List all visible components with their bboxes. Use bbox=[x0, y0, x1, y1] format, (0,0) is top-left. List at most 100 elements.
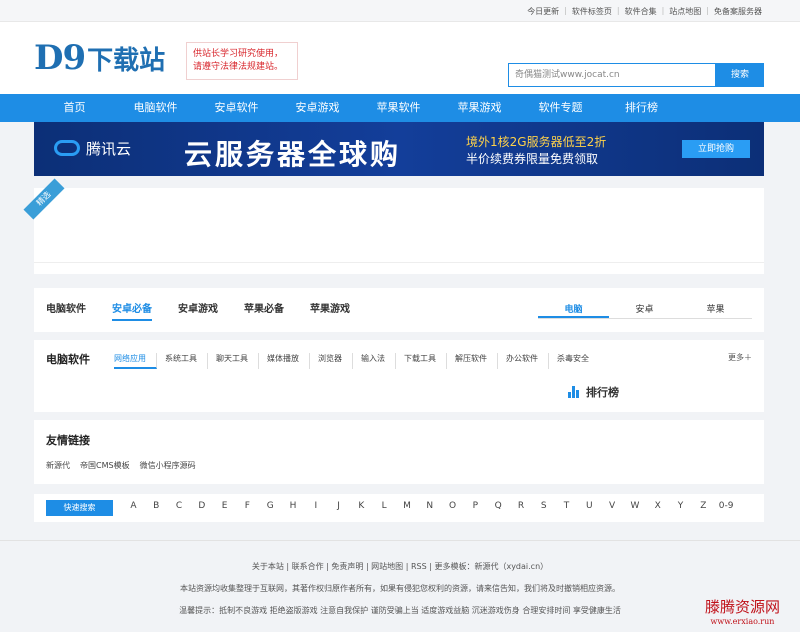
letter-link[interactable]: A bbox=[122, 501, 145, 511]
bar-chart-icon bbox=[568, 386, 580, 398]
letter-link[interactable]: U bbox=[578, 501, 601, 511]
footer-copyright: 本站资源均收集整理于互联网，其著作权归原作者所有，如果有侵犯您权利的资源，请来信… bbox=[180, 584, 620, 593]
friend-link[interactable]: 帝国CMS模板 bbox=[80, 460, 130, 471]
main-nav: 首页 电脑软件 安卓软件 安卓游戏 苹果软件 苹果游戏 软件专题 排行榜 bbox=[0, 94, 800, 122]
top-link-today[interactable]: 今日更新 bbox=[527, 6, 559, 17]
nav-apple-games[interactable]: 苹果游戏 bbox=[439, 94, 520, 122]
tab-pc-software[interactable]: 电脑软件 bbox=[46, 300, 86, 321]
letter-link[interactable]: X bbox=[646, 501, 669, 511]
letter-link[interactable]: P bbox=[464, 501, 487, 511]
top-link-collections[interactable]: 软件合集 bbox=[625, 6, 657, 17]
letter-link[interactable]: 0-9 bbox=[715, 501, 738, 511]
cat-office[interactable]: 办公软件 bbox=[506, 353, 549, 369]
search-bar: 奇偶猫测试www.jocat.cn 搜索 bbox=[508, 63, 764, 87]
letter-link[interactable]: Y bbox=[669, 501, 692, 511]
letter-link[interactable]: V bbox=[601, 501, 624, 511]
logo-text: D9 bbox=[34, 38, 86, 78]
tab-android-games[interactable]: 安卓游戏 bbox=[178, 300, 218, 321]
top-link-sitemap[interactable]: 站点地图 bbox=[669, 6, 701, 17]
cat-media[interactable]: 媒体播放 bbox=[267, 353, 310, 369]
cat-input[interactable]: 输入法 bbox=[361, 353, 396, 369]
cat-chat[interactable]: 聊天工具 bbox=[216, 353, 259, 369]
cat-network[interactable]: 网络应用 bbox=[114, 353, 157, 369]
cloud-icon bbox=[54, 140, 80, 156]
friend-links: 新源代 帝国CMS模板 微信小程序源码 bbox=[46, 460, 206, 471]
friend-link[interactable]: 微信小程序源码 bbox=[140, 460, 196, 471]
letter-link[interactable]: J bbox=[327, 501, 350, 511]
tab-apple-essential[interactable]: 苹果必备 bbox=[244, 300, 284, 321]
cat-browser[interactable]: 浏览器 bbox=[318, 353, 353, 369]
more-link[interactable]: 更多＋ bbox=[728, 352, 752, 363]
cat-antivirus[interactable]: 杀毒安全 bbox=[557, 353, 599, 369]
letter-link[interactable]: C bbox=[168, 501, 191, 511]
divider bbox=[34, 262, 764, 263]
banner-offer-1: 境外1核2G服务器低至2折 bbox=[466, 135, 607, 149]
letter-link[interactable]: T bbox=[555, 501, 578, 511]
friend-link[interactable]: 新源代 bbox=[46, 460, 70, 471]
tab-android-essential[interactable]: 安卓必备 bbox=[112, 300, 152, 321]
category-tabs: 网络应用 系统工具 聊天工具 媒体播放 浏览器 输入法 下载工具 解压软件 办公… bbox=[114, 353, 607, 369]
letter-link[interactable]: H bbox=[282, 501, 305, 511]
nav-android-games[interactable]: 安卓游戏 bbox=[277, 94, 358, 122]
letter-link[interactable]: Q bbox=[487, 501, 510, 511]
letter-link[interactable]: I bbox=[304, 501, 327, 511]
top-bar: 今日更新 | 软件标签页 | 软件合集 | 站点地图 | 免备案服务器 bbox=[0, 0, 800, 22]
search-input[interactable]: 奇偶猫测试www.jocat.cn bbox=[508, 63, 716, 87]
cat-download[interactable]: 下载工具 bbox=[404, 353, 447, 369]
watermark-url: www.erxiao.run bbox=[710, 617, 775, 626]
letter-link[interactable]: W bbox=[624, 501, 647, 511]
letter-index: A B C D E F G H I J K L M N O P Q R S T U V W X Y Z 0-9 bbox=[122, 501, 738, 511]
nav-android-software[interactable]: 安卓软件 bbox=[196, 94, 277, 122]
letter-link[interactable]: S bbox=[532, 501, 555, 511]
friends-title: 友情链接 bbox=[46, 434, 90, 447]
tab-apple-games[interactable]: 苹果游戏 bbox=[310, 300, 350, 321]
letter-link[interactable]: D bbox=[190, 501, 213, 511]
watermark-title: 滕腾资源网 bbox=[704, 598, 780, 616]
footer-tip: 温馨提示：抵制不良游戏 拒绝盗版游戏 注意自我保护 谨防受骗上当 适度游戏益脑 … bbox=[179, 606, 621, 615]
featured-ribbon: 精选 bbox=[23, 178, 65, 220]
banner-brand: 腾讯云 bbox=[86, 140, 132, 158]
tab-platform-android[interactable]: 安卓 bbox=[609, 302, 680, 318]
cat-system[interactable]: 系统工具 bbox=[165, 353, 208, 369]
tab-platform-pc[interactable]: 电脑 bbox=[538, 302, 609, 318]
quick-search-button[interactable]: 快速搜索 bbox=[46, 500, 113, 516]
top-link-servers[interactable]: 免备案服务器 bbox=[714, 6, 762, 17]
header: D9 下载站 供站长学习研究使用， 请遵守法律法规建站。 奇偶猫测试www.jo… bbox=[0, 22, 800, 94]
section-title: 电脑软件 bbox=[46, 353, 90, 366]
nav-topics[interactable]: 软件专题 bbox=[520, 94, 601, 122]
nav-apple-software[interactable]: 苹果软件 bbox=[358, 94, 439, 122]
tab-platform-apple[interactable]: 苹果 bbox=[680, 302, 751, 318]
featured-box: 精选 bbox=[23, 178, 764, 274]
software-tabs: 电脑软件 安卓必备 安卓游戏 苹果必备 苹果游戏 bbox=[46, 300, 376, 321]
ranking-label: 排行榜 bbox=[586, 386, 619, 399]
footer-links[interactable]: 关于本站 | 联系合作 | 免责声明 | 网站地图 | RSS | 更多模板：新… bbox=[0, 561, 800, 572]
letter-link[interactable]: B bbox=[145, 501, 168, 511]
footer: 关于本站 | 联系合作 | 免责声明 | 网站地图 | RSS | 更多模板：新… bbox=[0, 540, 800, 632]
platform-tabs: 电脑 安卓 苹果 bbox=[538, 302, 752, 319]
letter-link[interactable]: F bbox=[236, 501, 259, 511]
software-tabs-box: 电脑软件 安卓必备 安卓游戏 苹果必备 苹果游戏 电脑 安卓 苹果 bbox=[34, 288, 764, 332]
ranking-header: 排行榜 bbox=[568, 384, 619, 400]
letter-link[interactable]: N bbox=[418, 501, 441, 511]
quick-search-box: 快速搜索 A B C D E F G H I J K L M N O P Q R S T U V W X Y Z 0-9 bbox=[34, 494, 764, 522]
nav-home[interactable]: 首页 bbox=[34, 94, 115, 122]
nav-ranking[interactable]: 排行榜 bbox=[601, 94, 682, 122]
letter-link[interactable]: O bbox=[441, 501, 464, 511]
letter-link[interactable]: G bbox=[259, 501, 282, 511]
letter-link[interactable]: K bbox=[350, 501, 373, 511]
notice-box: 供站长学习研究使用， 请遵守法律法规建站。 bbox=[186, 42, 298, 80]
letter-link[interactable]: R bbox=[510, 501, 533, 511]
ad-banner[interactable]: 腾讯云 云服务器全球购 境外1核2G服务器低至2折 半价续费券限量免费领取 立即… bbox=[34, 122, 764, 176]
pc-software-section: 电脑软件 网络应用 系统工具 聊天工具 媒体播放 浏览器 输入法 下载工具 解压… bbox=[34, 340, 764, 412]
top-link-tags[interactable]: 软件标签页 bbox=[572, 6, 612, 17]
nav-pc-software[interactable]: 电脑软件 bbox=[115, 94, 196, 122]
letter-link[interactable]: L bbox=[373, 501, 396, 511]
banner-button[interactable]: 立即抢购 bbox=[682, 140, 750, 158]
letter-link[interactable]: E bbox=[213, 501, 236, 511]
site-logo[interactable]: D9 下载站 bbox=[34, 36, 165, 80]
letter-link[interactable]: Z bbox=[692, 501, 715, 511]
search-button[interactable]: 搜索 bbox=[716, 63, 764, 87]
banner-title: 云服务器全球购 bbox=[184, 138, 402, 171]
letter-link[interactable]: M bbox=[396, 501, 419, 511]
cat-unzip[interactable]: 解压软件 bbox=[455, 353, 498, 369]
